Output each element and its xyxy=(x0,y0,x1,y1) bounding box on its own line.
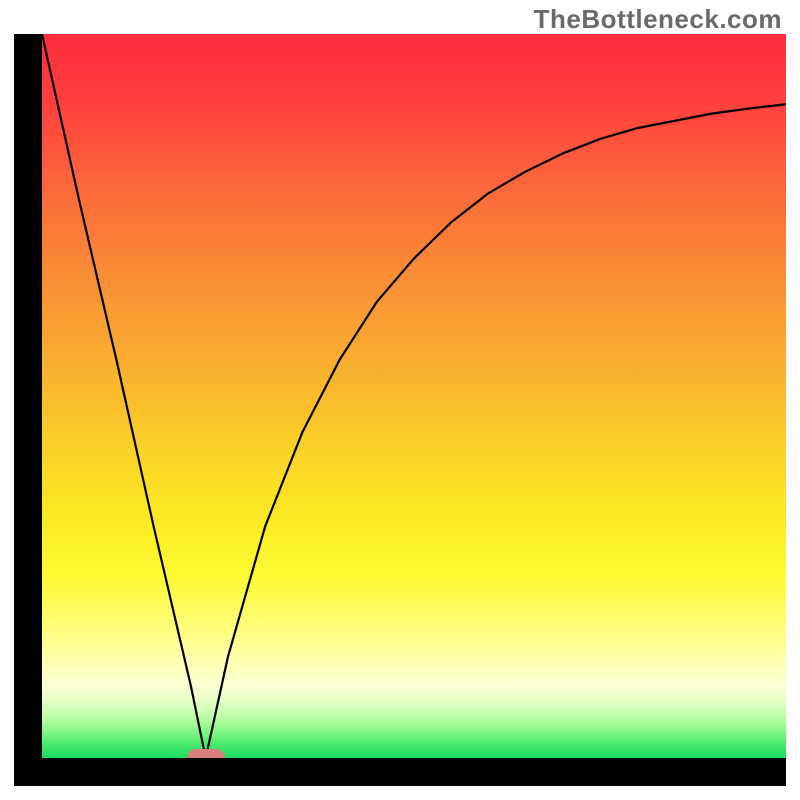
bottleneck-curve xyxy=(42,34,786,758)
optimal-point-marker xyxy=(187,749,225,758)
curve-layer xyxy=(42,34,786,758)
bottleneck-chart: TheBottleneck.com xyxy=(0,0,800,800)
chart-plot-area xyxy=(42,34,786,758)
watermark-text: TheBottleneck.com xyxy=(534,4,782,35)
